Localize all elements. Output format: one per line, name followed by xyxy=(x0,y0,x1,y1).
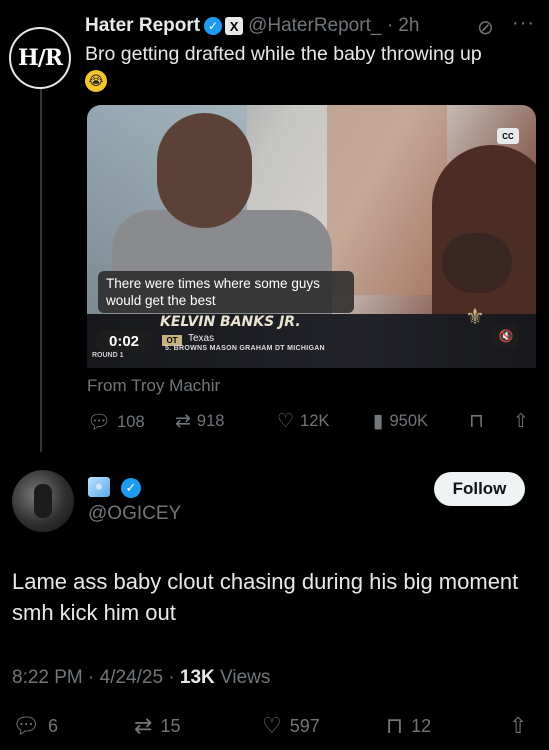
more-options-icon[interactable]: ··· xyxy=(512,12,535,35)
reply-count: 6 xyxy=(47,715,58,736)
heart-icon: ♡ xyxy=(277,411,295,432)
bookmark-action[interactable]: ⊓ 12 xyxy=(386,713,431,739)
follow-button[interactable]: Follow xyxy=(434,472,525,506)
bookmark-icon: ⊓ xyxy=(469,411,484,432)
video-figure-head xyxy=(157,113,252,228)
video-background-2 xyxy=(327,105,447,295)
display-name[interactable]: Hater Report xyxy=(85,15,200,37)
bookmark-icon: ⊓ xyxy=(386,713,404,738)
repost-count: 918 xyxy=(196,412,225,430)
like-action[interactable]: ♡ 597 xyxy=(262,713,320,739)
reply-actions: 💬︎ 6 ⇄ 15 ♡ 597 ⊓ 12 ⇧ xyxy=(12,713,537,741)
bookmark-action[interactable]: ⊓ xyxy=(469,410,490,433)
avatar[interactable]: H∕R xyxy=(9,27,71,89)
reply-icon: 💬︎ xyxy=(12,713,40,738)
repost-icon: ⇄ xyxy=(175,411,191,432)
verified-badge-icon: ✓ xyxy=(121,478,141,498)
reply-handle[interactable]: @OGICEY xyxy=(88,503,181,525)
grok-icon[interactable]: ⊘ xyxy=(477,15,494,40)
timestamp[interactable]: 8:22 PM · 4/24/25 · xyxy=(12,667,180,688)
views-count: 13K xyxy=(179,667,215,688)
repost-icon: ⇄ xyxy=(134,713,153,738)
tweet-header: Hater Report ✓ X @HaterReport_ · 2h xyxy=(85,14,419,38)
player-name: KELVIN BANKS JR. xyxy=(160,314,301,330)
mute-icon[interactable]: 🔇 xyxy=(493,325,519,347)
repost-action[interactable]: ⇄ 15 xyxy=(134,713,180,739)
ice-cube-icon: ❄ xyxy=(88,477,110,497)
thread-line xyxy=(40,80,42,452)
crying-face-icon: 😭 xyxy=(85,70,107,92)
closed-captions-button[interactable]: CC xyxy=(497,128,519,144)
repost-count: 15 xyxy=(160,715,181,736)
draft-ticker: 5. BROWNS MASON GRAHAM DT MICHIGAN xyxy=(165,345,325,352)
views-action[interactable]: ▮ 950K xyxy=(373,410,428,433)
reply-count: 108 xyxy=(117,412,145,431)
tweet-text: Bro getting drafted while the baby throw… xyxy=(85,42,535,92)
bookmark-count: 12 xyxy=(411,715,432,736)
avatar[interactable] xyxy=(12,470,74,532)
handle-time[interactable]: @HaterReport_ · 2h xyxy=(248,15,419,37)
player-school: Texas xyxy=(188,333,215,344)
heart-icon: ♡ xyxy=(262,713,282,738)
like-count: 12K xyxy=(300,412,330,430)
video-figure-baby xyxy=(442,233,512,293)
share-icon: ⇧ xyxy=(509,713,528,738)
view-count: 950K xyxy=(389,412,429,430)
reply-text: Lame ass baby clout chasing during his b… xyxy=(12,569,519,625)
tweet-body: Bro getting drafted while the baby throw… xyxy=(85,43,482,65)
reply-icon: 💬︎ xyxy=(87,412,112,433)
like-count: 597 xyxy=(289,715,320,736)
share-action[interactable]: ⇧ xyxy=(509,713,535,739)
reply-action[interactable]: 💬︎ 108 xyxy=(87,410,145,434)
draft-round: ROUND 1 xyxy=(92,352,124,359)
share-action[interactable]: ⇧ xyxy=(513,410,535,433)
tweet-actions: 💬︎ 108 ⇄ 918 ♡ 12K ▮ 950K ⊓ ⇧ xyxy=(87,410,537,434)
avatar-logo-text: H∕R xyxy=(17,45,63,71)
video-time: 0:02 xyxy=(96,330,152,352)
verified-badge-icon: ✓ xyxy=(204,17,223,35)
avatar-figure xyxy=(34,484,52,518)
reply-action[interactable]: 💬︎ 6 xyxy=(12,713,58,739)
tweet-meta: 8:22 PM · 4/24/25 · 13K Views xyxy=(12,667,270,689)
repost-action[interactable]: ⇄ 918 xyxy=(175,410,224,433)
fleur-de-lis-icon: ⚜ xyxy=(465,304,485,329)
video-caption: There were times where some guys would g… xyxy=(98,271,354,313)
video-attribution[interactable]: From Troy Machir xyxy=(87,376,220,396)
views-icon: ▮ xyxy=(373,411,384,432)
share-icon: ⇧ xyxy=(513,411,529,432)
x-affiliate-icon: X xyxy=(225,17,244,35)
views-label: Views xyxy=(214,667,271,688)
like-action[interactable]: ♡ 12K xyxy=(277,410,329,433)
